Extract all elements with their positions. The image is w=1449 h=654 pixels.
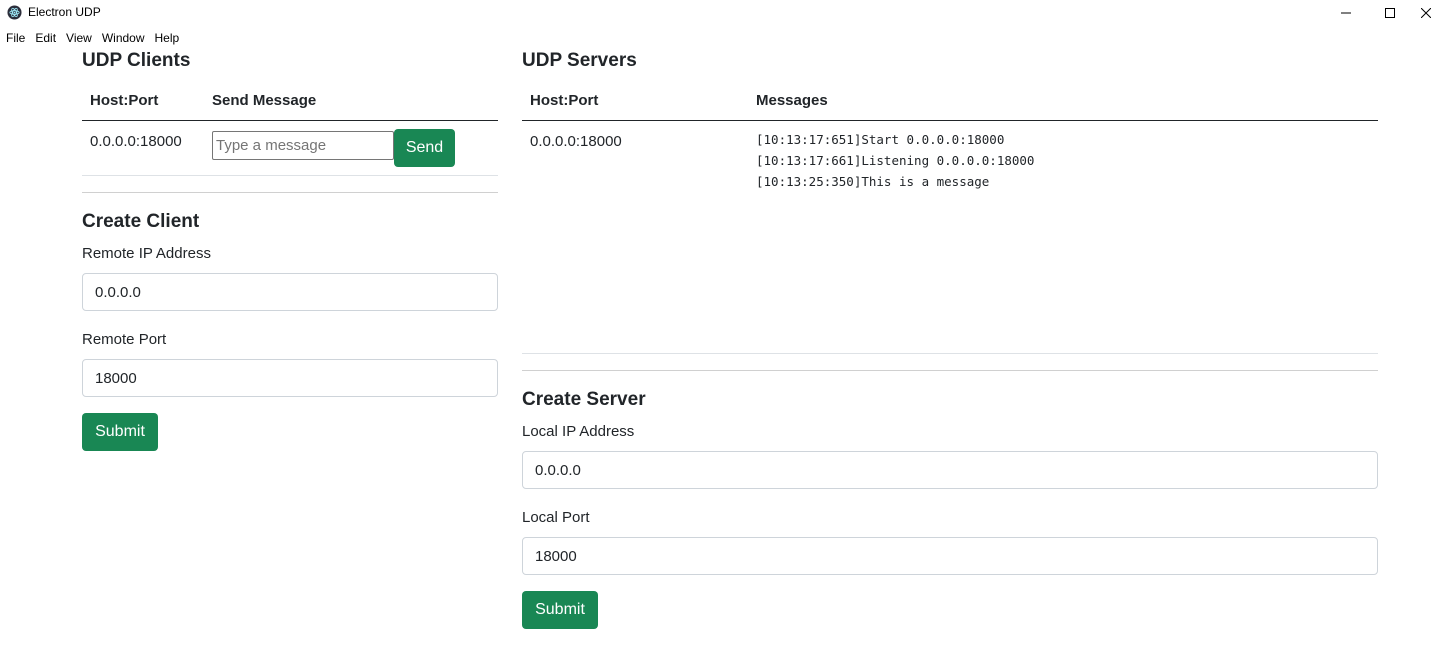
clients-table-header: Host:Port Send Message bbox=[82, 84, 498, 121]
create-server-heading: Create Server bbox=[522, 389, 646, 410]
menu-window[interactable]: Window bbox=[97, 28, 150, 48]
table-row: 0.0.0.0:18000 [10:13:17:651]Start 0.0.0.… bbox=[522, 121, 1378, 354]
local-port-label: Local Port bbox=[522, 509, 590, 526]
local-ip-label: Local IP Address bbox=[522, 423, 635, 440]
create-client-submit-button[interactable]: Submit bbox=[82, 413, 158, 451]
local-ip-input[interactable]: 0.0.0.0 bbox=[522, 451, 1378, 489]
clients-col-send-message: Send Message bbox=[212, 92, 317, 109]
servers-col-messages: Messages bbox=[756, 92, 828, 109]
server-messages-log: [10:13:17:651]Start 0.0.0.0:18000 [10:13… bbox=[756, 129, 1034, 192]
log-line: [10:13:17:661]Listening 0.0.0.0:18000 bbox=[756, 153, 1035, 168]
close-button[interactable] bbox=[1403, 0, 1449, 26]
local-port-input[interactable]: 18000 bbox=[522, 537, 1378, 575]
log-line: [10:13:17:651]Start 0.0.0.0:18000 bbox=[756, 132, 1005, 147]
servers-table-header: Host:Port Messages bbox=[522, 84, 1378, 121]
log-line: [10:13:25:350]This is a message bbox=[756, 174, 990, 189]
maximize-icon bbox=[1385, 8, 1395, 18]
clients-divider bbox=[82, 192, 498, 193]
menu-view[interactable]: View bbox=[61, 28, 97, 48]
servers-col-hostport: Host:Port bbox=[530, 92, 599, 109]
remote-port-value: 18000 bbox=[95, 369, 137, 387]
message-input[interactable]: Type a message bbox=[212, 131, 394, 160]
menu-help[interactable]: Help bbox=[150, 28, 185, 48]
table-row: 0.0.0.0:18000 Type a message Send bbox=[82, 121, 498, 176]
servers-divider bbox=[522, 370, 1378, 371]
create-client-heading: Create Client bbox=[82, 211, 200, 232]
electron-app-icon bbox=[7, 5, 22, 20]
local-ip-value: 0.0.0.0 bbox=[535, 461, 581, 479]
client-hostport: 0.0.0.0:18000 bbox=[90, 133, 182, 150]
remote-ip-input[interactable]: 0.0.0.0 bbox=[82, 273, 498, 311]
menu-file[interactable]: File bbox=[0, 28, 30, 48]
minimize-button[interactable] bbox=[1323, 0, 1369, 26]
servers-table: Host:Port Messages 0.0.0.0:18000 [10:13:… bbox=[522, 84, 1378, 354]
remote-ip-value: 0.0.0.0 bbox=[95, 283, 141, 301]
remote-port-label: Remote Port bbox=[82, 331, 167, 348]
clients-col-hostport: Host:Port bbox=[90, 92, 159, 109]
menu-edit[interactable]: Edit bbox=[30, 28, 61, 48]
remote-port-input[interactable]: 18000 bbox=[82, 359, 498, 397]
servers-heading: UDP Servers bbox=[522, 50, 637, 71]
title-bar: Electron UDP bbox=[0, 0, 1449, 26]
menu-bar: File Edit View Window Help bbox=[0, 28, 1449, 48]
create-server-submit-button[interactable]: Submit bbox=[522, 591, 598, 629]
server-hostport: 0.0.0.0:18000 bbox=[530, 133, 622, 150]
minimize-icon bbox=[1341, 12, 1351, 14]
clients-heading: UDP Clients bbox=[82, 50, 191, 71]
clients-table: Host:Port Send Message 0.0.0.0:18000 Typ… bbox=[82, 84, 498, 176]
remote-ip-label: Remote IP Address bbox=[82, 245, 211, 262]
send-button[interactable]: Send bbox=[394, 129, 455, 167]
close-icon bbox=[1421, 8, 1431, 18]
window-title: Electron UDP bbox=[28, 5, 101, 19]
message-input-placeholder: Type a message bbox=[216, 137, 327, 154]
local-port-value: 18000 bbox=[535, 547, 577, 565]
